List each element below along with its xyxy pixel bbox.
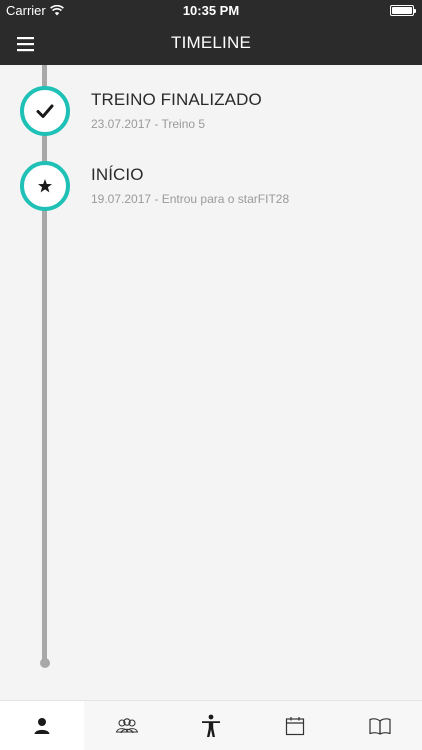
tab-profile[interactable] bbox=[0, 701, 85, 750]
calendar-icon bbox=[286, 716, 305, 735]
tab-library[interactable] bbox=[338, 701, 422, 750]
status-bar: Carrier 10:35 PM bbox=[0, 0, 422, 22]
timeline-end-dot bbox=[40, 658, 50, 668]
timeline-node-workout bbox=[20, 86, 70, 136]
timeline-entry-title: INÍCIO bbox=[91, 165, 144, 184]
status-time: 10:35 PM bbox=[182, 3, 240, 18]
tab-bar bbox=[0, 700, 422, 750]
timeline-entry-subtitle: 23.07.2017 - Treino 5 bbox=[91, 117, 206, 131]
star-icon bbox=[38, 179, 52, 193]
timeline-entry-subtitle: 19.07.2017 - Entrou para o starFIT28 bbox=[91, 192, 290, 206]
tab-calendar[interactable] bbox=[253, 701, 337, 750]
page-title: TIMELINE bbox=[170, 33, 251, 52]
group-icon bbox=[115, 717, 138, 733]
timeline-line bbox=[42, 65, 47, 663]
tab-workout[interactable] bbox=[169, 701, 253, 750]
person-icon bbox=[34, 717, 50, 734]
nav-bar: TIMELINE bbox=[0, 22, 422, 65]
tab-community[interactable] bbox=[84, 701, 168, 750]
book-icon bbox=[369, 717, 391, 735]
timeline-entry-title: TREINO FINALIZADO bbox=[91, 90, 262, 109]
timeline-node-start bbox=[20, 161, 70, 211]
body-figure-icon bbox=[202, 714, 221, 737]
battery-icon bbox=[390, 5, 416, 16]
checkmark-icon bbox=[36, 104, 54, 118]
